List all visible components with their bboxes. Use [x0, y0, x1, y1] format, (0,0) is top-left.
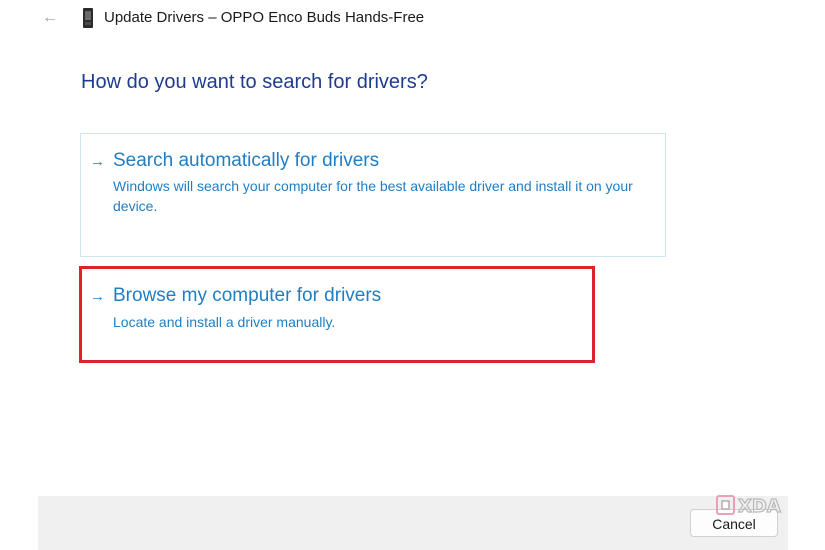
option-title: Browse my computer for drivers	[113, 285, 382, 306]
watermark-text: XDA	[738, 496, 781, 516]
browse-computer-option[interactable]: → Browse my computer for drivers Locate …	[79, 266, 595, 363]
option-description: Windows will search your computer for th…	[113, 178, 633, 214]
option-description: Locate and install a driver manually.	[113, 314, 336, 330]
arrow-right-icon: →	[90, 153, 105, 170]
device-icon	[83, 8, 93, 28]
back-arrow-icon: ←	[42, 9, 58, 26]
search-automatically-option[interactable]: → Search automatically for drivers Windo…	[80, 133, 666, 257]
page-heading: How do you want to search for drivers?	[81, 71, 428, 93]
option-title: Search automatically for drivers	[113, 150, 380, 171]
window-title: Update Drivers – OPPO Enco Buds Hands-Fr…	[104, 9, 425, 26]
footer-bar	[38, 496, 788, 550]
back-button[interactable]: ←	[40, 8, 60, 28]
xda-watermark-logo: XDA	[716, 495, 781, 516]
arrow-right-icon: →	[90, 288, 105, 305]
